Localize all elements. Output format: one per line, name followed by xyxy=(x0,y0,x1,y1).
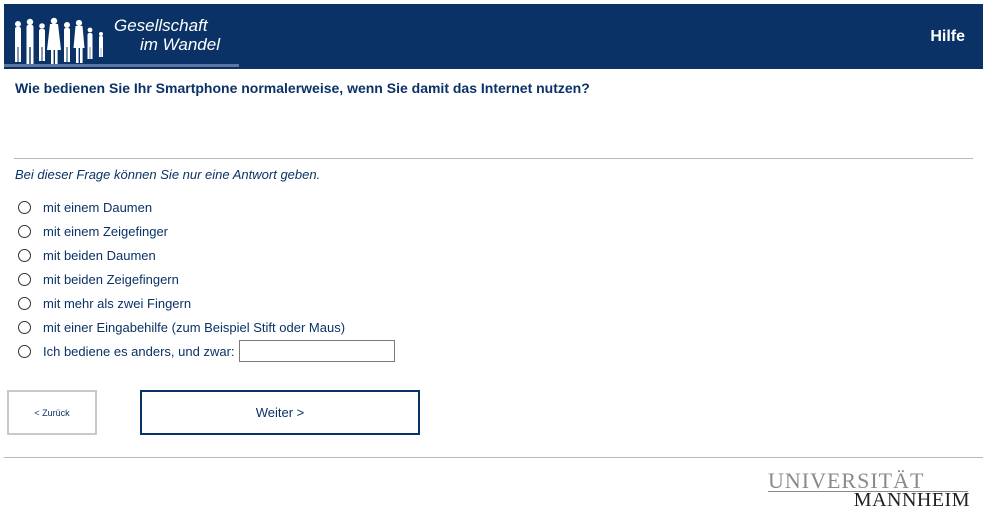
question-text: Wie bedienen Sie Ihr Smartphone normaler… xyxy=(15,80,590,96)
help-link[interactable]: Hilfe xyxy=(930,28,965,46)
option-other[interactable]: Ich bediene es anders, und zwar: xyxy=(18,339,395,363)
people-silhouettes-logo-icon xyxy=(15,17,103,64)
option-both-index-fingers[interactable]: mit beiden Zeigefingern xyxy=(18,267,395,291)
answer-options: mit einem Daumen mit einem Zeigefinger m… xyxy=(18,195,395,363)
header-bar: Gesellschaft im Wandel Hilfe xyxy=(4,4,983,69)
university-logo: UNIVERSITÄT MANNHEIM xyxy=(768,470,970,510)
option-label: Ich bediene es anders, und zwar: xyxy=(43,343,235,359)
radio-button[interactable] xyxy=(18,200,31,214)
other-text-input[interactable] xyxy=(238,340,395,362)
divider xyxy=(14,158,973,159)
radio-button[interactable] xyxy=(18,248,31,262)
option-input-aid[interactable]: mit einer Eingabehilfe (zum Beispiel Sti… xyxy=(18,315,395,339)
logo-line-1: Gesellschaft xyxy=(114,16,208,35)
back-button[interactable]: < Zurück xyxy=(7,390,97,435)
radio-button[interactable] xyxy=(18,320,31,334)
radio-button[interactable] xyxy=(18,272,31,286)
radio-button[interactable] xyxy=(18,224,31,238)
radio-button[interactable] xyxy=(18,296,31,310)
option-label: mit mehr als zwei Fingern xyxy=(43,295,192,311)
option-label: mit einem Daumen xyxy=(43,199,153,215)
option-label: mit beiden Daumen xyxy=(43,247,156,263)
next-button[interactable]: Weiter > xyxy=(140,390,420,435)
logo-line-2: im Wandel xyxy=(140,35,220,54)
university-logo-line-2: MANNHEIM xyxy=(853,489,970,511)
instruction-text: Bei dieser Frage können Sie nur eine Ant… xyxy=(15,167,321,182)
option-both-thumbs[interactable]: mit beiden Daumen xyxy=(18,243,395,267)
option-one-thumb[interactable]: mit einem Daumen xyxy=(18,195,395,219)
option-label: mit einem Zeigefinger xyxy=(43,223,168,239)
logo-underline xyxy=(4,64,239,67)
logo-wordmark: Gesellschaft im Wandel xyxy=(114,16,220,54)
option-label: mit einer Eingabehilfe (zum Beispiel Sti… xyxy=(43,319,346,335)
option-one-index-finger[interactable]: mit einem Zeigefinger xyxy=(18,219,395,243)
footer-divider xyxy=(4,457,983,458)
radio-button[interactable] xyxy=(18,344,31,358)
option-more-than-two-fingers[interactable]: mit mehr als zwei Fingern xyxy=(18,291,395,315)
option-label: mit beiden Zeigefingern xyxy=(43,271,179,287)
